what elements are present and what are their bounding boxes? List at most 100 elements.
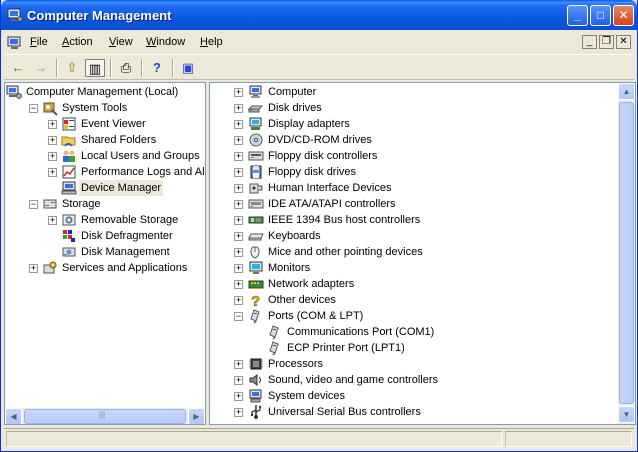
properties-button[interactable]: ▣ (178, 59, 198, 77)
device-category-universal-serial-bus-controllers[interactable]: + Universal Serial Bus controllers (210, 404, 618, 420)
expand-icon[interactable]: + (234, 88, 243, 97)
tree-node-services-and-applications[interactable]: + Services and Applications (5, 260, 205, 276)
expand-icon[interactable]: + (234, 280, 243, 289)
menu-help[interactable]: Help (200, 36, 223, 48)
expand-icon[interactable]: + (234, 232, 243, 241)
tree-node-disk-defragmenter[interactable]: Disk Defragmenter (5, 228, 205, 244)
expand-icon[interactable]: + (234, 200, 243, 209)
expand-icon[interactable]: + (234, 360, 243, 369)
device-category-floppy-disk-drives[interactable]: + Floppy disk drives (210, 164, 618, 180)
svg-text:?: ? (251, 293, 260, 308)
hid-icon (249, 183, 263, 194)
minimize-button[interactable]: _ (567, 5, 588, 26)
device-manager-icon (61, 181, 77, 195)
device-category-disk-drives[interactable]: + Disk drives (210, 100, 618, 116)
scroll-right-button[interactable]: ▶ (188, 408, 205, 424)
tree-node-device-manager[interactable]: Device Manager (5, 180, 205, 196)
show-hide-tree-button[interactable]: ▥ (85, 59, 105, 77)
menu-bar: File Action View Window Help _ ❐ ✕ (4, 32, 634, 52)
device-category-dvd-cd-rom-drives[interactable]: + DVD/CD-ROM drives (210, 132, 618, 148)
expand-icon[interactable]: + (48, 120, 57, 129)
tree-node-removable-storage[interactable]: + Removable Storage (5, 212, 205, 228)
device-category-floppy-disk-controllers[interactable]: + Floppy disk controllers (210, 148, 618, 164)
expand-icon[interactable]: + (29, 264, 38, 273)
performance-logs-icon (62, 165, 76, 179)
device-category-other-devices[interactable]: +? Other devices (210, 292, 618, 308)
collapse-icon[interactable]: − (29, 104, 38, 113)
tree-node-computer-management-local[interactable]: Computer Management (Local) (5, 84, 205, 100)
vertical-scrollbar[interactable]: ▲ ▼ (618, 83, 635, 424)
device-category-sound-video-and-game-controllers[interactable]: + Sound, video and game controllers (210, 372, 618, 388)
back-button[interactable]: ← (8, 59, 28, 77)
tree-node-event-viewer[interactable]: + Event Viewer (5, 116, 205, 132)
expand-icon[interactable]: + (234, 104, 243, 113)
expand-icon[interactable]: + (48, 168, 57, 177)
horizontal-scrollbar[interactable]: ◀ ||| ▶ (5, 407, 205, 424)
up-one-level-button[interactable]: ⇧ (62, 59, 82, 77)
device-category-processors[interactable]: + Processors (210, 356, 618, 372)
device-category-label: IDE ATA/ATAPI controllers (268, 198, 396, 210)
device-category-mice-and-other-pointing-devices[interactable]: + Mice and other pointing devices (210, 244, 618, 260)
scroll-down-button[interactable]: ▼ (618, 406, 635, 423)
console-tree-pane[interactable]: Computer Management (Local) − System Tools… (4, 82, 206, 425)
device-category-keyboards[interactable]: + Keyboards (210, 228, 618, 244)
device-category-system-devices[interactable]: + System devices (210, 388, 618, 404)
expand-icon[interactable]: + (234, 216, 243, 225)
mdi-close-button[interactable]: ✕ (616, 35, 631, 49)
device-category-label: Sound, video and game controllers (268, 374, 438, 386)
expand-icon[interactable]: + (48, 136, 57, 145)
collapse-icon[interactable]: − (234, 312, 243, 321)
tree-node-local-users-and-groups[interactable]: + Local Users and Groups (5, 148, 205, 164)
tree-node-label: Device Manager (79, 180, 164, 196)
expand-icon[interactable]: + (234, 408, 243, 417)
device-item-communications-port-com1[interactable]: Communications Port (COM1) (210, 324, 618, 340)
expand-icon[interactable]: + (234, 152, 243, 161)
tree-node-storage[interactable]: − Storage (5, 196, 205, 212)
expand-icon[interactable]: + (234, 120, 243, 129)
device-item-ecp-printer-port-lpt1[interactable]: ECP Printer Port (LPT1) (210, 340, 618, 356)
close-button[interactable]: ✕ (613, 5, 634, 26)
tree-node-system-tools[interactable]: − System Tools (5, 100, 205, 116)
horizontal-scroll-thumb[interactable]: ||| (24, 409, 186, 424)
expand-icon[interactable]: + (234, 264, 243, 273)
print-button[interactable]: ⎙ (116, 59, 136, 77)
device-list-pane[interactable]: + Computer + Disk drives + Display adapters + D… (209, 82, 636, 425)
menu-file[interactable]: File (30, 36, 48, 48)
device-category-label: Disk drives (268, 102, 322, 114)
vertical-scroll-thumb[interactable] (619, 102, 634, 404)
device-category-monitors[interactable]: + Monitors (210, 260, 618, 276)
device-category-ide-ata-atapi-controllers[interactable]: + IDE ATA/ATAPI controllers (210, 196, 618, 212)
expand-icon[interactable]: + (234, 184, 243, 193)
device-category-network-adapters[interactable]: + Network adapters (210, 276, 618, 292)
menu-window[interactable]: Window (146, 36, 185, 48)
expand-icon[interactable]: + (234, 392, 243, 401)
device-category-display-adapters[interactable]: + Display adapters (210, 116, 618, 132)
tree-node-performance-logs-and-alerts[interactable]: + Performance Logs and Alerts (5, 164, 205, 180)
scroll-left-button[interactable]: ◀ (5, 408, 22, 424)
scroll-up-button[interactable]: ▲ (618, 83, 635, 100)
expand-icon[interactable]: + (234, 248, 243, 257)
collapse-icon[interactable]: − (29, 200, 38, 209)
mdi-restore-button[interactable]: ❐ (599, 35, 614, 49)
maximize-button[interactable]: □ (590, 5, 611, 26)
tree-node-shared-folders[interactable]: + Shared Folders (5, 132, 205, 148)
help-button[interactable]: ? (147, 59, 167, 77)
title-bar[interactable]: Computer Management _ □ ✕ (1, 0, 637, 30)
tree-node-disk-management[interactable]: Disk Management (5, 244, 205, 260)
device-category-ieee-1394-bus-host-controllers[interactable]: + IEEE 1394 Bus host controllers (210, 212, 618, 228)
device-category-human-interface-devices[interactable]: + Human Interface Devices (210, 180, 618, 196)
expand-icon[interactable]: + (234, 168, 243, 177)
expand-icon[interactable]: + (234, 376, 243, 385)
expand-icon[interactable]: + (234, 296, 243, 305)
expand-icon[interactable]: + (48, 152, 57, 161)
menu-view[interactable]: View (109, 36, 133, 48)
expand-icon[interactable]: + (48, 216, 57, 225)
device-category-ports-com-lpt[interactable]: − Ports (COM & LPT) (210, 308, 618, 324)
forward-button[interactable]: → (31, 59, 51, 77)
device-category-computer[interactable]: + Computer (210, 84, 618, 100)
console-icon[interactable] (7, 35, 23, 51)
mdi-minimize-button[interactable]: _ (582, 35, 597, 49)
menu-action[interactable]: Action (62, 36, 93, 48)
expand-icon[interactable]: + (234, 136, 243, 145)
device-category-label: Floppy disk controllers (268, 150, 378, 162)
